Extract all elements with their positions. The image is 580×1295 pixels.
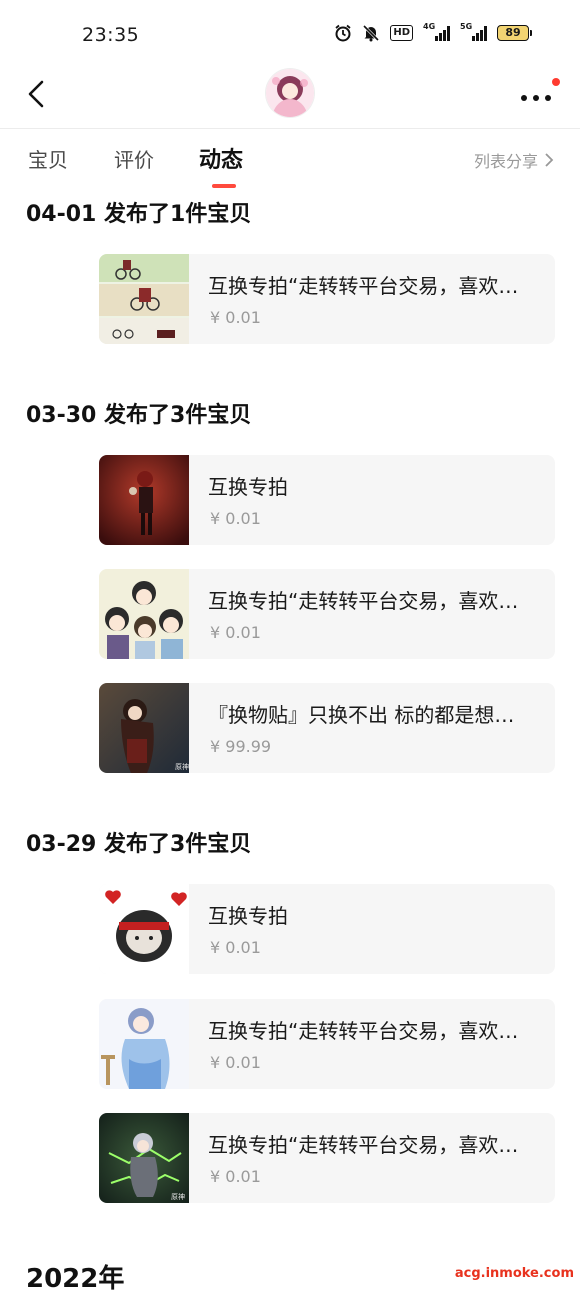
active-tab-indicator [212,184,236,188]
back-button[interactable] [20,76,56,112]
year-label: 2022年 [26,1264,125,1294]
chevron-right-icon [545,153,554,167]
tab-bar: 宝贝 评价 动态 列表分享 [0,140,580,188]
item-thumbnail [99,254,189,344]
list-item[interactable]: 互换专拍“走转转平台交易，喜欢的宝贝可以拍下 ¥ 0.01 [99,999,555,1089]
item-price: ¥ 0.01 [210,1053,261,1072]
item-thumbnail [99,884,189,974]
item-title: 互换专拍“走转转平台交易，喜欢的宝贝可以拍下 [208,1019,534,1043]
status-icons: HD 4G 5G 89 [334,22,532,42]
net-4g-label: 4G [423,22,436,31]
status-time: 23:35 [82,24,140,46]
tab-activity[interactable]: 动态 [199,142,243,174]
item-price: ¥ 0.01 [210,509,261,528]
nav-bar [0,62,580,129]
item-thumbnail [99,999,189,1089]
hd-icon: HD [390,25,413,41]
alarm-icon [334,24,352,42]
list-share-label: 列表分享 [473,152,538,171]
group-title: 04-01 发布了1件宝贝 [26,202,252,227]
watermark: acg.inmoke.com [454,1266,574,1281]
item-thumbnail [99,455,189,545]
item-title: 互换专拍“走转转平台交易，喜欢的宝贝可以拍下 [208,274,534,298]
notification-dot [552,78,560,86]
svg-text:原神: 原神 [171,1192,185,1201]
item-thumbnail: 原神 [99,683,189,773]
item-price: ¥ 0.01 [210,938,261,957]
list-item[interactable]: 互换专拍“走转转平台交易，喜欢的宝贝可以拍下 ¥ 0.01 [99,254,555,344]
list-item[interactable]: 互换专拍“走转转平台交易，喜欢的宝贝可以拍下 ¥ 0.01 [99,569,555,659]
signal-5g-icon: 5G [460,22,487,41]
item-price: ¥ 99.99 [210,737,272,756]
list-item[interactable]: 互换专拍 ¥ 0.01 [99,455,555,545]
svg-text:原神: 原神 [175,762,189,771]
list-item[interactable]: 互换专拍 ¥ 0.01 [99,884,555,974]
group-title: 03-30 发布了3件宝贝 [26,403,252,428]
item-title: 互换专拍 [208,904,288,928]
battery-icon: 89 [497,25,532,41]
mute-bell-icon [362,24,380,42]
chevron-left-icon [28,80,44,108]
signal-4g-icon: 4G [423,22,450,41]
group-title: 03-29 发布了3件宝贝 [26,832,252,857]
item-price: ¥ 0.01 [210,1167,261,1186]
item-title: 互换专拍“走转转平台交易，喜欢的宝贝可以拍下 [208,589,534,613]
battery-level: 89 [497,25,529,41]
list-item[interactable]: 原神 『换物贴』只换不出 标的都是想换的东西 ¥ 99.99 [99,683,555,773]
list-item[interactable]: 原神 互换专拍“走转转平台交易，喜欢的宝贝可以拍下 ¥ 0.01 [99,1113,555,1203]
item-price: ¥ 0.01 [210,623,261,642]
item-price: ¥ 0.01 [210,308,261,327]
net-5g-label: 5G [460,22,473,31]
item-title: 互换专拍 [208,475,288,499]
item-thumbnail: 原神 [99,1113,189,1203]
list-share-button[interactable]: 列表分享 [474,148,554,172]
more-button[interactable] [516,78,560,110]
tab-reviews[interactable]: 评价 [114,144,154,173]
tab-items[interactable]: 宝贝 [28,144,68,173]
item-title: 互换专拍“走转转平台交易，喜欢的宝贝可以拍下 [208,1133,534,1157]
user-avatar[interactable] [266,69,314,117]
item-thumbnail [99,569,189,659]
status-bar: 23:35 HD 4G 5G 89 [0,0,580,62]
item-title: 『换物贴』只换不出 标的都是想换的东西 [208,703,534,727]
